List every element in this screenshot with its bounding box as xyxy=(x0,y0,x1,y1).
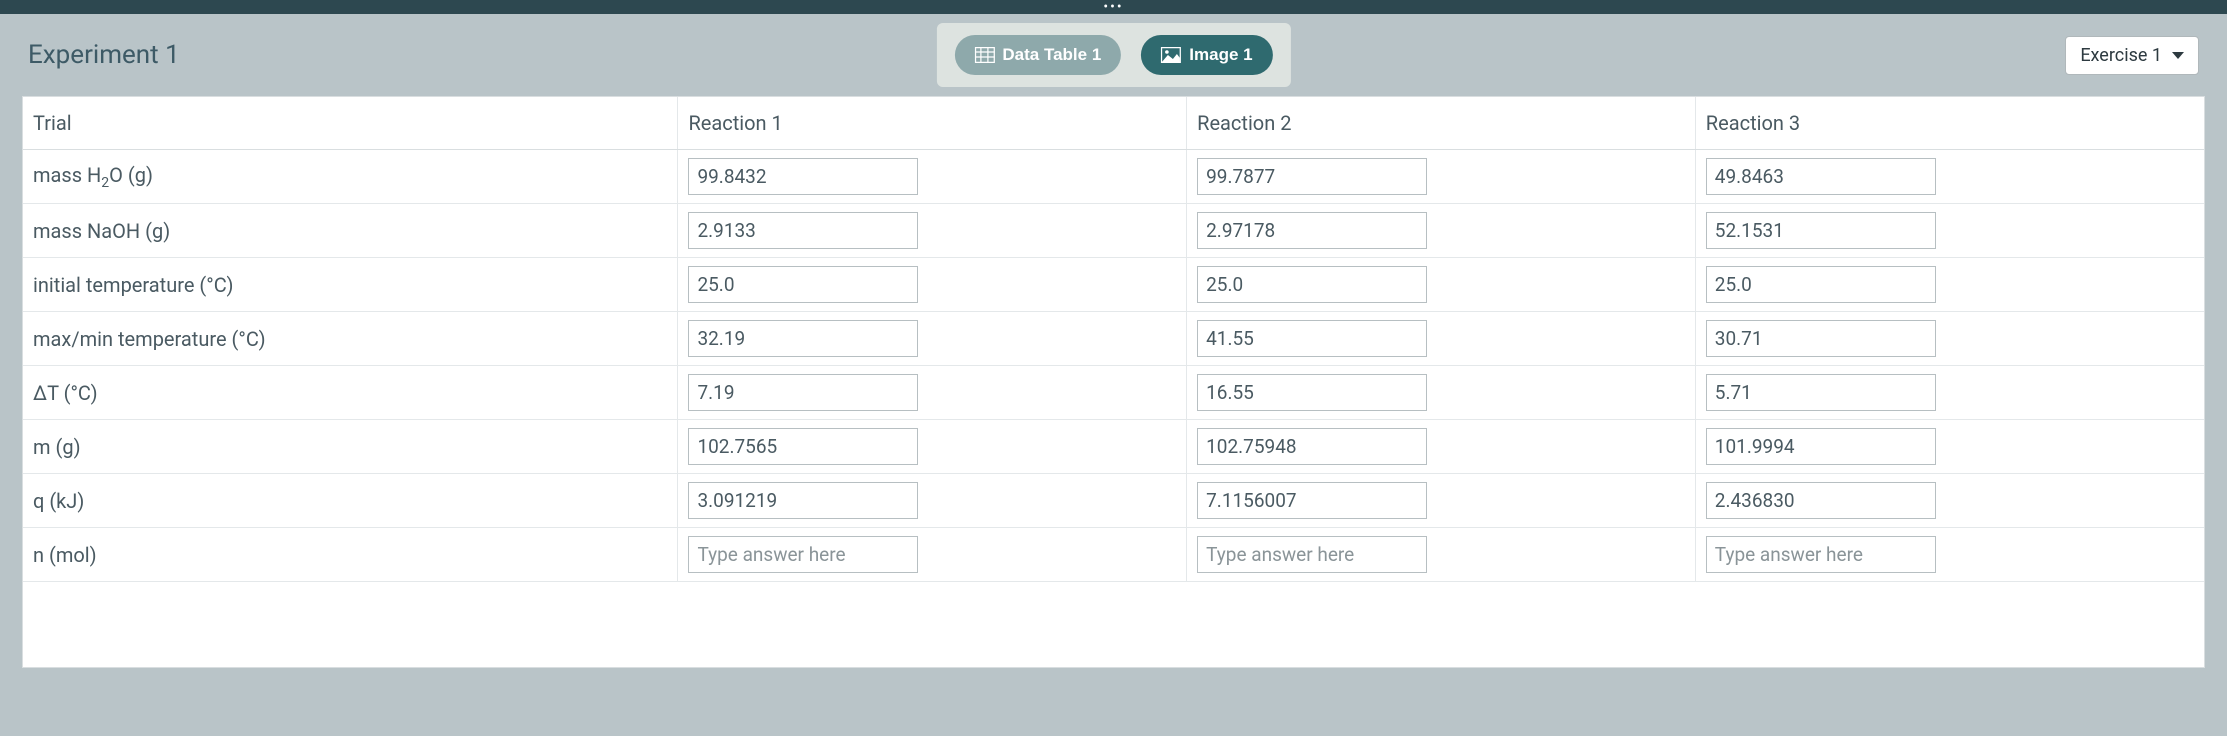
data-table-icon xyxy=(974,47,994,63)
answer-input[interactable] xyxy=(1197,536,1427,573)
row-label: ΔT (°C) xyxy=(23,366,678,420)
answer-cell xyxy=(1187,366,1696,420)
answer-input[interactable] xyxy=(1706,320,1936,357)
row-label: m (g) xyxy=(23,420,678,474)
answer-input[interactable] xyxy=(1197,266,1427,303)
answer-cell xyxy=(678,204,1187,258)
answer-cell xyxy=(1187,528,1696,582)
answer-cell xyxy=(1187,204,1696,258)
row-label: max/min temperature (°C) xyxy=(23,312,678,366)
answer-cell xyxy=(1695,258,2204,312)
answer-cell xyxy=(678,366,1187,420)
table-row: m (g) xyxy=(23,420,2204,474)
answer-input[interactable] xyxy=(1706,536,1936,573)
answer-cell xyxy=(1695,150,2204,204)
exercise-dropdown[interactable]: Exercise 1 xyxy=(2065,36,2199,75)
answer-cell xyxy=(1187,258,1696,312)
answer-input[interactable] xyxy=(688,536,918,573)
page-title: Experiment 1 xyxy=(28,40,180,70)
tab-image-1[interactable]: Image 1 xyxy=(1141,35,1272,75)
answer-cell xyxy=(678,420,1187,474)
answer-input[interactable] xyxy=(1706,212,1936,249)
table-header-row: Trial Reaction 1 Reaction 2 Reaction 3 xyxy=(23,97,2204,150)
drag-handle-dots[interactable]: ••• xyxy=(1103,4,1123,10)
image-icon xyxy=(1161,47,1181,63)
row-label: q (kJ) xyxy=(23,474,678,528)
data-table: Trial Reaction 1 Reaction 2 Reaction 3 m… xyxy=(23,97,2204,582)
answer-input[interactable] xyxy=(688,428,918,465)
row-label: mass NaOH (g) xyxy=(23,204,678,258)
answer-cell xyxy=(678,258,1187,312)
table-row: initial temperature (°C) xyxy=(23,258,2204,312)
row-label: mass H2O (g) xyxy=(23,150,678,204)
answer-input[interactable] xyxy=(1197,374,1427,411)
answer-input[interactable] xyxy=(688,320,918,357)
data-table-container: Trial Reaction 1 Reaction 2 Reaction 3 m… xyxy=(22,96,2205,668)
answer-input[interactable] xyxy=(1706,374,1936,411)
row-label: initial temperature (°C) xyxy=(23,258,678,312)
answer-cell xyxy=(1695,366,2204,420)
answer-input[interactable] xyxy=(1197,158,1427,195)
column-header-trial: Trial xyxy=(23,97,678,150)
column-header-reaction-1: Reaction 1 xyxy=(678,97,1187,150)
answer-input[interactable] xyxy=(1706,266,1936,303)
tab-data-table-1[interactable]: Data Table 1 xyxy=(954,35,1121,75)
answer-input[interactable] xyxy=(1706,428,1936,465)
table-row: n (mol) xyxy=(23,528,2204,582)
table-scroll-area[interactable]: Trial Reaction 1 Reaction 2 Reaction 3 m… xyxy=(23,97,2204,667)
answer-input[interactable] xyxy=(688,158,918,195)
row-label: n (mol) xyxy=(23,528,678,582)
answer-input[interactable] xyxy=(688,482,918,519)
column-header-reaction-3: Reaction 3 xyxy=(1695,97,2204,150)
answer-input[interactable] xyxy=(1197,482,1427,519)
window-top-bar: ••• xyxy=(0,0,2227,14)
answer-input[interactable] xyxy=(1197,320,1427,357)
table-row: max/min temperature (°C) xyxy=(23,312,2204,366)
answer-cell xyxy=(1695,204,2204,258)
answer-cell xyxy=(1695,312,2204,366)
answer-cell xyxy=(1187,312,1696,366)
answer-input[interactable] xyxy=(1706,482,1936,519)
tab-label: Image 1 xyxy=(1189,45,1252,65)
column-header-reaction-2: Reaction 2 xyxy=(1187,97,1696,150)
answer-cell xyxy=(1187,474,1696,528)
answer-cell xyxy=(1187,150,1696,204)
answer-cell xyxy=(1695,528,2204,582)
answer-input[interactable] xyxy=(1197,428,1427,465)
answer-cell xyxy=(678,150,1187,204)
answer-input[interactable] xyxy=(1706,158,1936,195)
tab-label: Data Table 1 xyxy=(1002,45,1101,65)
table-row: mass H2O (g) xyxy=(23,150,2204,204)
exercise-dropdown-label: Exercise 1 xyxy=(2080,45,2162,66)
answer-input[interactable] xyxy=(1197,212,1427,249)
tab-group: Data Table 1 Image 1 xyxy=(936,23,1290,87)
table-row: ΔT (°C) xyxy=(23,366,2204,420)
answer-cell xyxy=(678,312,1187,366)
answer-cell xyxy=(678,528,1187,582)
answer-cell xyxy=(1695,474,2204,528)
table-row: q (kJ) xyxy=(23,474,2204,528)
table-row: mass NaOH (g) xyxy=(23,204,2204,258)
answer-input[interactable] xyxy=(688,266,918,303)
answer-input[interactable] xyxy=(688,212,918,249)
chevron-down-icon xyxy=(2172,52,2184,59)
answer-cell xyxy=(1187,420,1696,474)
answer-cell xyxy=(678,474,1187,528)
answer-input[interactable] xyxy=(688,374,918,411)
header-row: Experiment 1 Data Table 1 xyxy=(0,14,2227,96)
answer-cell xyxy=(1695,420,2204,474)
